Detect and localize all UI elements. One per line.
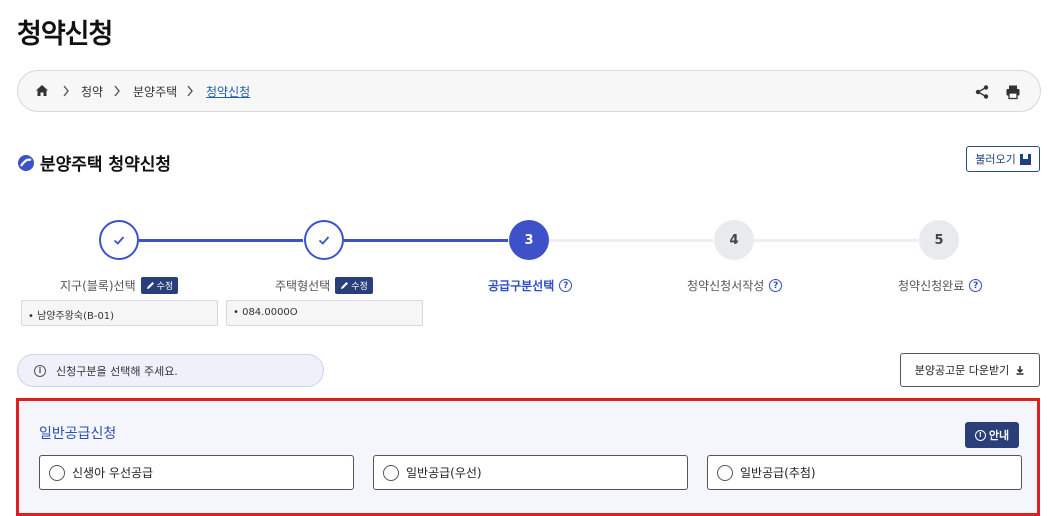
info-icon: i bbox=[34, 364, 46, 377]
bookmark-icon bbox=[1019, 153, 1031, 165]
step-connector-done bbox=[139, 239, 303, 242]
check-icon bbox=[113, 236, 125, 245]
step-3-label-text: 공급구분선택 bbox=[488, 279, 555, 293]
step-connector-done bbox=[344, 239, 508, 242]
edit-button-label: 수정 bbox=[351, 282, 368, 292]
option-newborn-priority[interactable]: 신생아 우선공급 bbox=[39, 455, 354, 490]
step-4-label: 청약신청서작성 ? bbox=[687, 277, 783, 294]
option-general-lottery[interactable]: 일반공급(추첨) bbox=[707, 455, 1022, 490]
step-5-circle: 5 bbox=[919, 220, 959, 260]
edit-button[interactable]: 수정 bbox=[335, 277, 373, 294]
radio-button[interactable] bbox=[717, 464, 733, 481]
step-2-label-text: 주택형선택 bbox=[275, 279, 331, 293]
help-icon[interactable]: ? bbox=[769, 279, 783, 292]
info-icon: ! bbox=[974, 429, 986, 441]
edit-button[interactable]: 수정 bbox=[140, 277, 179, 294]
option-general-priority[interactable]: 일반공급(우선) bbox=[373, 455, 688, 490]
breadcrumb-current[interactable]: 청약신청 bbox=[206, 83, 250, 100]
step-3-circle: 3 bbox=[509, 220, 549, 260]
breadcrumb-item[interactable]: 분양주택 bbox=[133, 83, 177, 100]
help-icon[interactable]: ? bbox=[559, 279, 573, 292]
radio-button[interactable] bbox=[383, 464, 399, 481]
step-2-label: 주택형선택 수정 bbox=[275, 277, 373, 294]
step-4-circle: 4 bbox=[714, 220, 754, 260]
notice-banner: i 신청구분을 선택해 주세요. bbox=[17, 354, 324, 387]
step-connector-todo bbox=[754, 239, 918, 242]
step-3-label: 공급구분선택 ? bbox=[488, 277, 573, 294]
section-title-text: 분양주택 청약신청 bbox=[40, 155, 172, 175]
check-icon bbox=[318, 236, 330, 245]
supply-selection-panel: 일반공급신청 ! 안내 신생아 우선공급 일반공급(우선) 일반공급(추첨) bbox=[16, 398, 1040, 516]
guide-button-label: 안내 bbox=[988, 429, 1010, 442]
pencil-icon bbox=[341, 282, 349, 289]
pencil-icon bbox=[146, 282, 154, 289]
share-icon[interactable] bbox=[974, 84, 990, 100]
home-icon[interactable] bbox=[34, 83, 50, 99]
step-5-label: 청약신청완료 ? bbox=[898, 277, 983, 294]
chevron-right-icon bbox=[114, 85, 120, 97]
chevron-right-icon bbox=[187, 85, 193, 97]
breadcrumb-item[interactable]: 청약 bbox=[81, 83, 103, 100]
step-5-label-text: 청약신청완료 bbox=[898, 279, 965, 293]
download-button-label: 분양공고문 다운받기 bbox=[914, 364, 1010, 377]
step-1-label-text: 지구(블록)선택 bbox=[60, 279, 136, 293]
section-title: 분양주택 청약신청 bbox=[17, 150, 171, 175]
print-icon[interactable] bbox=[1005, 84, 1021, 100]
option-label: 신생아 우선공급 bbox=[72, 466, 154, 480]
radio-button[interactable] bbox=[49, 464, 65, 481]
step-1-circle bbox=[99, 220, 139, 260]
page-title: 청약신청 bbox=[17, 19, 113, 50]
load-button-label: 불러오기 bbox=[975, 153, 1016, 166]
step-1-value: • 남양주왕숙(B-01) bbox=[21, 300, 218, 326]
option-label: 일반공급(우선) bbox=[406, 466, 482, 480]
section-logo-icon bbox=[18, 154, 34, 171]
chevron-right-icon bbox=[63, 85, 69, 97]
notice-text: 신청구분을 선택해 주세요. bbox=[56, 364, 178, 378]
step-4-label-text: 청약신청서작성 bbox=[687, 279, 765, 293]
edit-button-label: 수정 bbox=[156, 282, 174, 292]
step-2-value: • 084.0000O bbox=[226, 300, 423, 326]
guide-button[interactable]: ! 안내 bbox=[965, 422, 1019, 448]
load-button[interactable]: 불러오기 bbox=[966, 146, 1040, 172]
step-2-circle bbox=[304, 220, 344, 260]
download-icon bbox=[1016, 366, 1024, 375]
option-label: 일반공급(추첨) bbox=[740, 466, 816, 480]
help-icon[interactable]: ? bbox=[969, 279, 983, 292]
step-1-label: 지구(블록)선택 수정 bbox=[60, 277, 179, 294]
step-connector-todo bbox=[549, 239, 713, 242]
breadcrumb: 청약 분양주택 청약신청 bbox=[17, 70, 1041, 112]
download-notice-button[interactable]: 분양공고문 다운받기 bbox=[900, 353, 1040, 387]
supply-title: 일반공급신청 bbox=[39, 426, 117, 442]
